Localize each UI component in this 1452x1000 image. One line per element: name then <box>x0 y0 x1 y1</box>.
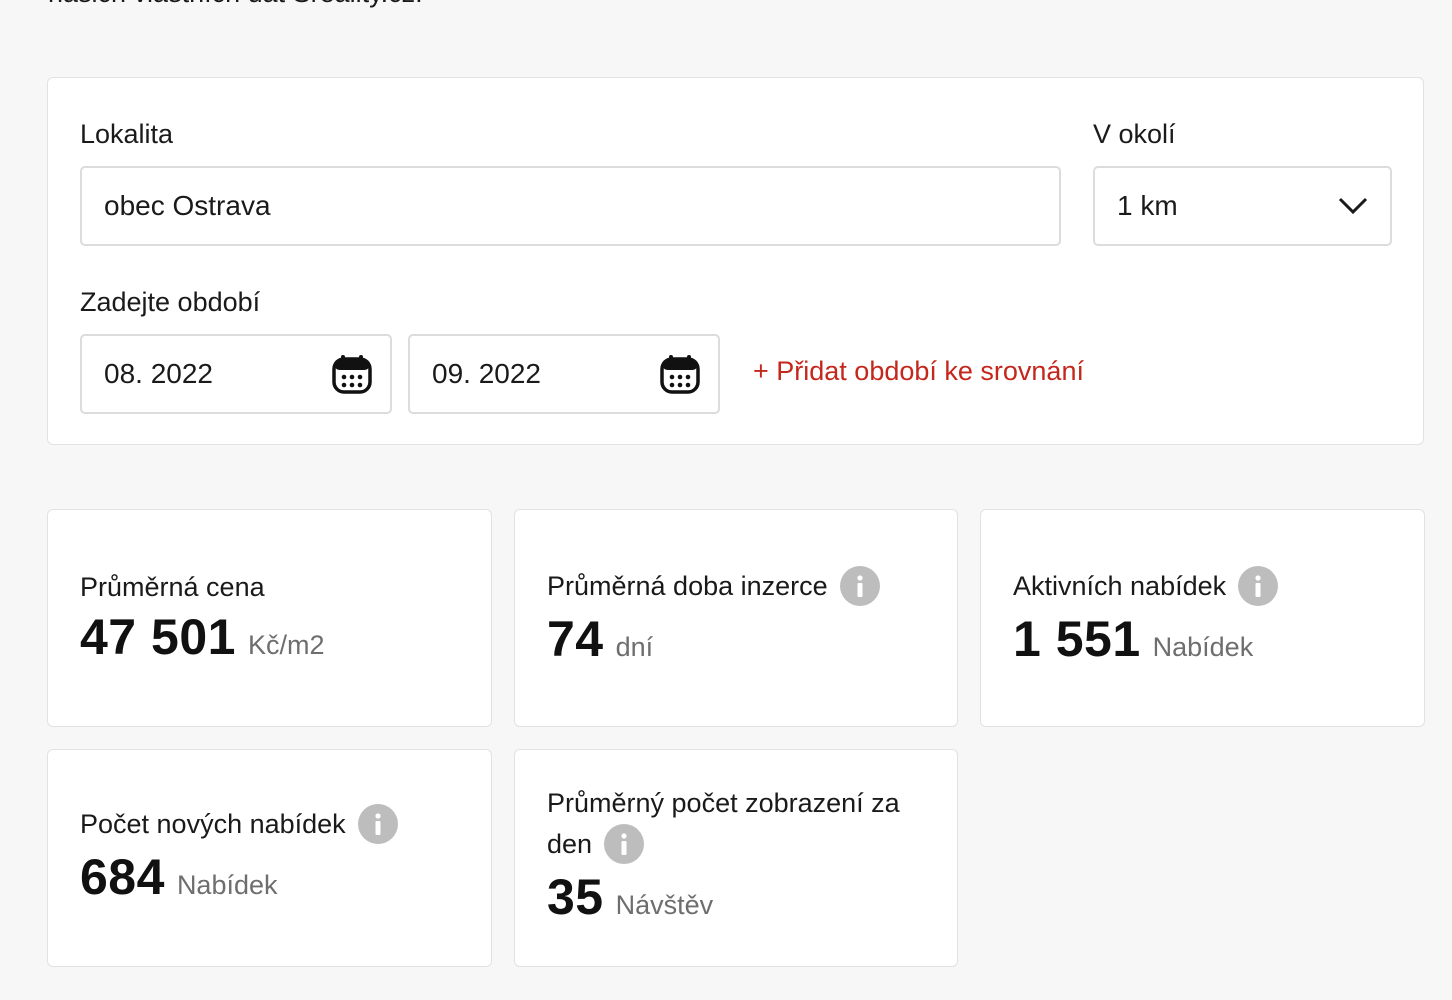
stat-number: 74 <box>547 611 604 667</box>
stat-card-average-listing-time: Průměrná doba inzerce 74 dní <box>514 509 958 727</box>
stat-unit: Kč/m2 <box>247 630 325 660</box>
info-icon[interactable] <box>357 803 398 844</box>
stat-number: 47 501 <box>80 609 236 665</box>
info-icon[interactable] <box>1238 565 1279 606</box>
stat-unit: Návštěv <box>615 890 714 920</box>
stat-label: Průměrný počet zobrazení za den <box>547 783 937 866</box>
radius-select[interactable]: 1 km <box>1093 166 1392 246</box>
location-value: obec Ostrava <box>104 190 271 221</box>
radius-value: 1 km <box>1117 190 1178 221</box>
filter-panel: Lokalita obec Ostrava V okolí 1 km Zadej… <box>47 77 1424 445</box>
stat-number: 35 <box>547 869 604 925</box>
stat-unit: dní <box>615 632 654 662</box>
stat-label: Průměrná doba inzerce <box>547 565 880 608</box>
info-icon[interactable] <box>839 565 880 606</box>
period-label: Zadejte období <box>80 287 261 317</box>
location-label: Lokalita <box>80 119 174 149</box>
stat-unit: Nabídek <box>1152 632 1254 662</box>
calendar-icon[interactable] <box>330 352 374 396</box>
period-to-value: 09. 2022 <box>432 358 541 389</box>
period-to-input[interactable]: 09. 2022 <box>408 334 720 414</box>
stat-card-active-offers: Aktivních nabídek 1 551 Nabídek <box>980 509 1425 727</box>
stat-number: 684 <box>80 849 165 905</box>
location-input[interactable]: obec Ostrava <box>80 166 1061 246</box>
stat-card-new-offers: Počet nových nabídek 684 Nabídek <box>47 749 492 967</box>
stat-value-row: 35 Návštěv <box>547 868 713 926</box>
calendar-icon[interactable] <box>658 352 702 396</box>
period-from-value: 08. 2022 <box>104 358 213 389</box>
stat-value-row: 1 551 Nabídek <box>1013 610 1253 668</box>
stat-card-average-price: Průměrná cena 47 501 Kč/m2 <box>47 509 492 727</box>
stat-unit: Nabídek <box>176 870 278 900</box>
radius-label: V okolí <box>1093 119 1176 149</box>
stat-number: 1 551 <box>1013 611 1141 667</box>
stat-label: Počet nových nabídek <box>80 803 398 846</box>
intro-text: našich vlastních dat Sreality.cz. <box>48 0 423 9</box>
stat-value-row: 74 dní <box>547 610 653 668</box>
stat-value-row: 47 501 Kč/m2 <box>80 608 324 666</box>
stat-label: Aktivních nabídek <box>1013 565 1279 608</box>
stat-value-row: 684 Nabídek <box>80 848 278 906</box>
chevron-down-icon <box>1336 189 1370 223</box>
add-period-link[interactable]: + Přidat období ke srovnání <box>753 356 1084 387</box>
stat-label: Průměrná cena <box>80 572 265 602</box>
period-from-input[interactable]: 08. 2022 <box>80 334 392 414</box>
info-icon[interactable] <box>604 823 645 864</box>
stat-card-average-daily-views: Průměrný počet zobrazení za den 35 Návšt… <box>514 749 958 967</box>
